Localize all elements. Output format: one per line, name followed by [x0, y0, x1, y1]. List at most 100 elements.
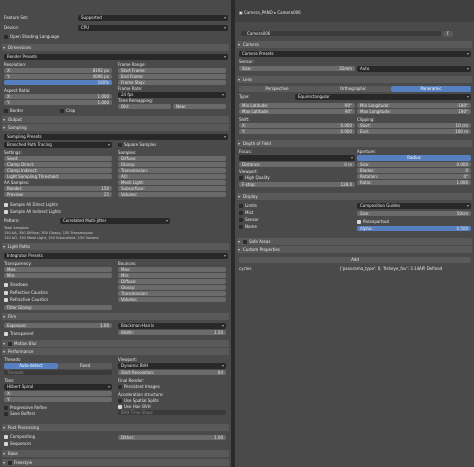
device-dropdown[interactable]: CPU	[78, 25, 228, 31]
integrator-presets-dropdown[interactable]: Integrator Presets	[4, 253, 228, 259]
feature-set-dropdown[interactable]: Supported	[78, 15, 228, 21]
motion-blur-panel-header[interactable]: Motion Blur	[2, 340, 229, 347]
blades-field[interactable]: Blades: 0	[357, 168, 471, 173]
compositing-checkbox[interactable]: Compositing	[4, 434, 35, 440]
fstop-field[interactable]: F-stop: 128.0	[239, 182, 355, 187]
volume-samples-field[interactable]: Volume:	[118, 192, 226, 197]
post-processing-panel-header[interactable]: Post Processing	[2, 424, 229, 431]
viewport-bvh-dropdown[interactable]: Dynamic BVH	[118, 363, 226, 369]
resolution-percent-slider[interactable]: 100%	[4, 80, 112, 85]
performance-panel-header[interactable]: Performance	[2, 348, 229, 355]
clamp-direct-field[interactable]: Clamp Direct:	[4, 162, 112, 167]
persistent-images-checkbox[interactable]: Persistent Images	[118, 384, 160, 390]
rotation-field[interactable]: Rotation: 0°	[357, 174, 471, 179]
clamp-indirect-field[interactable]: Clamp Indirect:	[4, 168, 112, 173]
light-threshold-field[interactable]: Light Sampling Threshold:	[4, 174, 112, 179]
pattern-dropdown[interactable]: Correlated Multi-Jitter	[60, 218, 170, 224]
transparency-max-field[interactable]: Max:	[4, 267, 112, 272]
passepartout-checkbox[interactable]: Passepartout	[357, 219, 389, 225]
camera-panel-header[interactable]: Camera	[237, 41, 472, 48]
clip-end-field[interactable]: End: 100 m	[357, 129, 471, 134]
subsurface-samples-field[interactable]: Subsurface:	[118, 186, 226, 191]
bounces-transmission-field[interactable]: Transmission:	[118, 291, 226, 296]
max-longitude-field[interactable]: Max Longitude: 180°	[357, 109, 471, 114]
bounces-volume-field[interactable]: Volume:	[118, 297, 226, 302]
start-frame-field[interactable]: Start Frame:	[118, 68, 226, 73]
tile-order-dropdown[interactable]: Hilbert Spiral	[4, 384, 112, 390]
sampling-panel-header[interactable]: Sampling	[2, 124, 229, 131]
high-quality-checkbox[interactable]: High Quality	[239, 175, 270, 181]
glossy-samples-field[interactable]: Glossy:	[118, 162, 226, 167]
shift-x-field[interactable]: X: 0.000	[239, 123, 355, 128]
name-checkbox[interactable]: Name	[239, 224, 257, 230]
limits-checkbox[interactable]: Limits	[239, 203, 257, 209]
display-panel-header[interactable]: Display	[237, 193, 472, 200]
exposure-field[interactable]: Exposure: 1.00	[4, 323, 112, 328]
crop-checkbox[interactable]: Crop	[60, 108, 75, 114]
ratio-field[interactable]: Ratio: 1.000	[357, 180, 471, 185]
light-paths-panel-header[interactable]: Light Paths	[2, 243, 229, 250]
lens-panel-header[interactable]: Lens	[237, 76, 472, 83]
filter-width-field[interactable]: Width: 1.50	[118, 330, 226, 335]
orthographic-tab[interactable]: Orthographic	[315, 86, 391, 92]
aperture-size-field[interactable]: Size: 0.000	[357, 162, 471, 167]
integrator-dropdown[interactable]: Branched Path Tracing	[4, 142, 112, 148]
bounces-glossy-field[interactable]: Glossy:	[118, 285, 226, 290]
render-presets-dropdown[interactable]: Render Presets	[4, 54, 228, 60]
time-old-field[interactable]: Old:	[118, 104, 171, 109]
panoramic-tab[interactable]: Panoramic	[391, 86, 471, 92]
shift-y-field[interactable]: Y: 0.000	[239, 129, 355, 134]
dimensions-panel-header[interactable]: Dimensions	[2, 44, 229, 51]
max-latitude-field[interactable]: Max Latitude: 90°	[239, 109, 355, 114]
bake-panel-header[interactable]: Bake	[2, 450, 229, 457]
panorama-type-dropdown[interactable]: Equirectangular	[295, 94, 471, 100]
sensor-size-field[interactable]: Size: 32mm	[239, 66, 355, 71]
diffuse-samples-field[interactable]: Diffuse:	[118, 156, 226, 161]
sampling-presets-dropdown[interactable]: Sampling Presets	[4, 134, 228, 140]
save-buffers-checkbox[interactable]: Save Buffers	[4, 411, 35, 417]
camera-presets-dropdown[interactable]: Camera Presets	[239, 51, 471, 57]
resolution-x-field[interactable]: X: 8192 px	[4, 68, 112, 73]
tile-x-field[interactable]: X:	[4, 391, 112, 396]
open-shading-checkbox[interactable]: Open Shading Language	[4, 34, 59, 40]
transparency-min-field[interactable]: Min:	[4, 273, 112, 278]
border-checkbox[interactable]: Border	[4, 108, 23, 114]
safe-areas-panel-header[interactable]: Safe Areas	[237, 238, 472, 245]
seed-field[interactable]: Seed:	[4, 156, 112, 161]
sample-all-direct-checkbox[interactable]: Sample All Direct Lights	[4, 202, 58, 208]
threads-fixed-button[interactable]: Fixed	[58, 363, 112, 369]
custom-properties-panel-header[interactable]: Custom Properties	[237, 246, 472, 253]
output-panel-header[interactable]: Output	[2, 116, 229, 123]
tile-y-field[interactable]: Y:	[4, 397, 112, 402]
min-latitude-field[interactable]: Min Latitude: -90°	[239, 103, 355, 108]
aspect-y-field[interactable]: Y: 1.000	[4, 100, 112, 105]
square-samples-checkbox[interactable]: Square Samples	[118, 142, 156, 148]
reflective-caustics-checkbox[interactable]: Reflective Caustics	[4, 290, 48, 296]
sensor-fit-dropdown[interactable]: Auto	[357, 66, 471, 72]
bounces-diffuse-field[interactable]: Diffuse:	[118, 279, 226, 284]
threads-auto-button[interactable]: Auto-detect	[4, 363, 58, 369]
clip-start-field[interactable]: Start: 10 cm	[357, 123, 471, 128]
composition-guides-dropdown[interactable]: Composition Guides	[357, 203, 471, 209]
preview-samples-field[interactable]: Preview: 25	[4, 192, 112, 197]
ao-samples-field[interactable]: AO:	[118, 174, 226, 179]
aspect-x-field[interactable]: X: 1.000	[4, 94, 112, 99]
min-longitude-field[interactable]: Min Longitude: -180°	[357, 103, 471, 108]
sequencer-checkbox[interactable]: Sequencer	[4, 441, 31, 447]
mist-checkbox[interactable]: Mist	[239, 210, 253, 216]
resolution-y-field[interactable]: Y: 4096 px	[4, 74, 112, 79]
camera-name-field[interactable]: Camera006	[241, 31, 441, 36]
bvh-time-steps-field[interactable]: BVH Time Steps	[118, 410, 226, 415]
sensor-checkbox[interactable]: Sensor	[239, 217, 259, 223]
render-samples-field[interactable]: Render: 150	[4, 186, 112, 191]
shadows-checkbox[interactable]: Shadows	[4, 282, 28, 288]
focus-distance-field[interactable]: Distance: 0 m	[239, 162, 355, 167]
freestyle-panel-header[interactable]: Freestyle	[2, 459, 229, 466]
focus-object-dropdown[interactable]	[239, 155, 355, 161]
sample-all-indirect-checkbox[interactable]: Sample All Indirect Lights	[4, 209, 61, 215]
refractive-caustics-checkbox[interactable]: Refractive Caustics	[4, 297, 48, 303]
perspective-tab[interactable]: Perspective	[239, 86, 315, 92]
start-resolution-field[interactable]: Start Resolution: 64	[118, 370, 226, 375]
mesh-light-samples-field[interactable]: Mesh Light:	[118, 180, 226, 185]
filter-type-dropdown[interactable]: Blackman-Harris	[118, 323, 226, 329]
